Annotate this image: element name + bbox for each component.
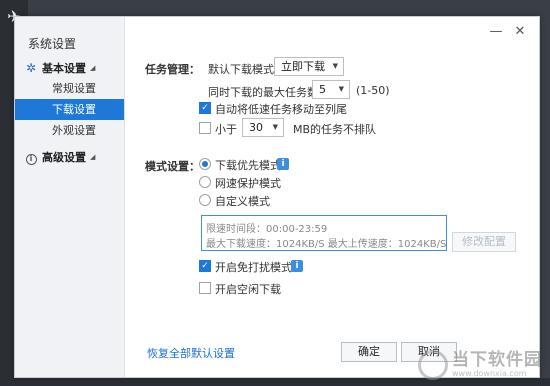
max-tasks-range: (1-50) xyxy=(356,84,390,97)
max-tasks-value: 5 xyxy=(319,83,326,96)
minimize-button[interactable]: — xyxy=(489,25,503,39)
radio-download-priority[interactable] xyxy=(199,158,211,170)
caret-icon: ◢ xyxy=(90,153,96,161)
modify-config-button[interactable]: 修改配置 xyxy=(452,232,516,252)
info-icon[interactable]: i xyxy=(277,158,289,170)
auto-move-label: 自动将低速任务移动至列尾 xyxy=(215,103,347,116)
auto-move-checkbox[interactable]: ✓ xyxy=(199,102,211,114)
less-than-label: 小于 xyxy=(215,123,237,136)
chevron-down-icon: ▼ xyxy=(272,123,278,131)
radio-bandwidth-protect[interactable] xyxy=(199,176,211,188)
task-section-label: 任务管理： xyxy=(145,63,200,76)
close-button[interactable]: ✕ xyxy=(513,25,527,39)
no-disturb-checkbox[interactable]: ✓ xyxy=(199,260,211,272)
idle-download-checkbox[interactable] xyxy=(199,282,211,294)
less-than-checkbox[interactable] xyxy=(199,122,211,134)
less-than-value: 30 xyxy=(249,121,263,134)
default-mode-select[interactable]: 立即下载 ▼ xyxy=(274,57,344,76)
watermark-cn: 当下软件园 xyxy=(452,350,542,370)
watermark: 当下软件园 www.downxia.com xyxy=(418,350,542,380)
gear-icon: ✲ xyxy=(25,61,37,75)
radio-download-priority-label: 下载优先模式 xyxy=(215,159,281,172)
sidebar-group-label: 基本设置 xyxy=(42,62,86,75)
sidebar-item-appearance[interactable]: 外观设置 xyxy=(15,120,124,141)
chevron-down-icon: ▼ xyxy=(338,85,344,93)
less-than-suffix: MB的任务不排队 xyxy=(293,123,377,136)
idle-download-label: 开启空闲下载 xyxy=(215,283,281,296)
ok-button[interactable]: 确定 xyxy=(341,342,397,362)
no-disturb-label: 开启免打扰模式 xyxy=(215,261,292,274)
custom-time-range: 限速时间段：00:00-23:59 xyxy=(206,224,328,235)
caret-icon: ◢ xyxy=(90,64,96,72)
info-circle-icon: i xyxy=(25,151,37,165)
max-tasks-select[interactable]: 5 ▼ xyxy=(312,80,350,99)
default-mode-value: 立即下载 xyxy=(281,60,325,73)
settings-dialog: 系统设置 ✲ 基本设置 ◢ 常规设置 下载设置 外观设置 i 高级设置 ◢ — … xyxy=(14,16,540,378)
info-icon[interactable]: i xyxy=(291,260,303,272)
sidebar-group-label: 高级设置 xyxy=(42,151,86,164)
custom-speed-limits: 最大下载速度：1024KB/S 最大上传速度：1024KB/S xyxy=(206,239,447,250)
radio-custom-mode[interactable] xyxy=(199,194,211,206)
sidebar-group-advanced[interactable]: i 高级设置 ◢ xyxy=(25,149,95,165)
radio-bandwidth-protect-label: 网速保护模式 xyxy=(215,177,281,190)
chevron-down-icon: ▼ xyxy=(332,62,338,70)
sidebar-group-basic[interactable]: ✲ 基本设置 ◢ xyxy=(25,60,95,76)
less-than-select[interactable]: 30 ▼ xyxy=(242,118,284,137)
restore-defaults-link[interactable]: 恢复全部默认设置 xyxy=(147,345,235,361)
max-tasks-label: 同时下载的最大任务数 xyxy=(208,86,318,99)
sidebar-item-general[interactable]: 常规设置 xyxy=(15,78,124,99)
custom-mode-summary: 限速时间段：00:00-23:59 最大下载速度：1024KB/S 最大上传速度… xyxy=(201,215,447,251)
mode-section-label: 模式设置： xyxy=(145,160,200,173)
sidebar-item-download[interactable]: 下载设置 xyxy=(15,99,124,120)
watermark-logo-icon xyxy=(418,350,448,380)
watermark-en: www.downxia.com xyxy=(452,369,527,378)
sidebar-title: 系统设置 xyxy=(28,37,77,51)
sidebar: 系统设置 ✲ 基本设置 ◢ 常规设置 下载设置 外观设置 i 高级设置 ◢ xyxy=(15,17,125,377)
radio-custom-mode-label: 自定义模式 xyxy=(215,195,270,208)
